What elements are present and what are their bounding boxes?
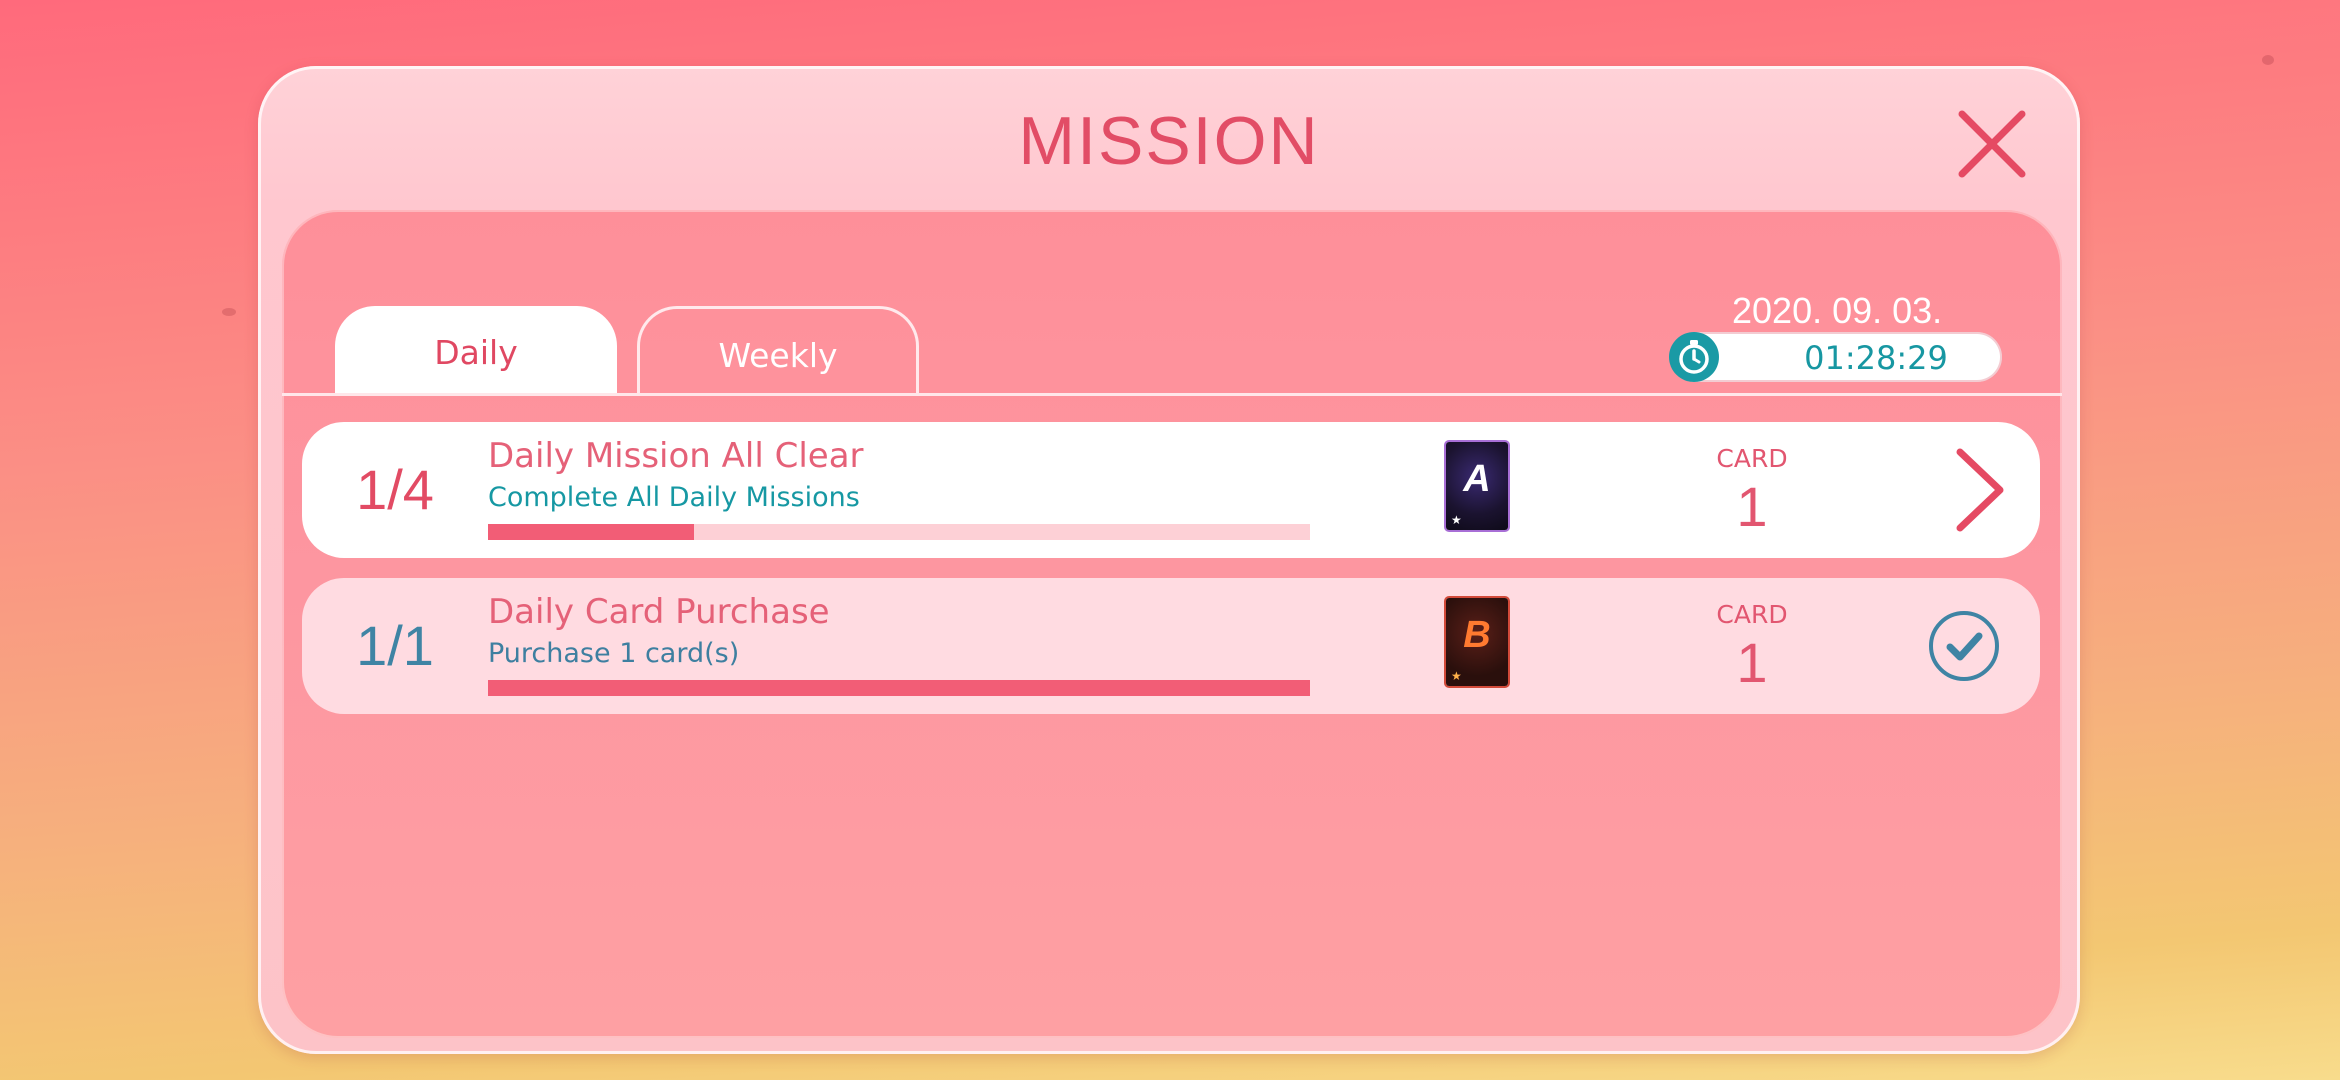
- timer-text: 01:28:29: [1804, 339, 1948, 377]
- mission-row[interactable]: 1/1 Daily Card Purchase Purchase 1 card(…: [302, 578, 2040, 714]
- stopwatch-icon: [1669, 332, 1719, 382]
- reward-label: CARD: [1716, 600, 1788, 629]
- dialog-title: MISSION: [1018, 103, 1320, 179]
- mission-progress-count: 1/1: [356, 614, 434, 677]
- mission-row[interactable]: 1/4 Daily Mission All Clear Complete All…: [302, 422, 2040, 558]
- tab-daily[interactable]: Daily: [335, 306, 617, 394]
- mission-progress-fill: [488, 524, 694, 540]
- mission-title: Daily Mission All Clear: [488, 436, 864, 476]
- reward-quantity: 1: [1736, 475, 1768, 538]
- mission-progress-fill: [488, 680, 1310, 696]
- reward-label: CARD: [1716, 444, 1788, 473]
- mission-description: Purchase 1 card(s): [488, 638, 740, 669]
- reward-quantity: 1: [1736, 631, 1768, 694]
- go-to-mission-button[interactable]: [1948, 446, 2008, 534]
- reward-card-image: A ★: [1446, 442, 1508, 530]
- background-speck: [2262, 55, 2274, 65]
- background-speck: [222, 308, 236, 316]
- mission-progress-count: 1/4: [356, 458, 434, 521]
- mission-panel: Daily Weekly 2020. 09. 03. 01:28:29 1/4 …: [282, 210, 2062, 1038]
- mission-progress-bar: [488, 524, 1310, 540]
- reward-card-image: B ★: [1446, 598, 1508, 686]
- reset-timer: 01:28:29: [1669, 332, 2002, 382]
- tab-divider: [282, 393, 2062, 396]
- card-rank-letter: B: [1463, 614, 1491, 656]
- card-rank-letter: A: [1463, 458, 1491, 500]
- mission-dialog: MISSION Daily Weekly 2020. 09. 03. 01:28…: [258, 66, 2080, 1054]
- mission-description: Complete All Daily Missions: [488, 482, 860, 513]
- check-circle-icon: [1929, 611, 1999, 681]
- tab-weekly[interactable]: Weekly: [637, 306, 919, 394]
- star-icon: ★: [1451, 669, 1462, 683]
- close-button[interactable]: [1952, 104, 2032, 184]
- close-icon: [1958, 110, 2026, 178]
- chevron-right-icon: [1956, 448, 2004, 532]
- reset-date: 2020. 09. 03.: [1732, 290, 1943, 331]
- mission-progress-bar: [488, 680, 1310, 696]
- star-icon: ★: [1451, 513, 1462, 527]
- mission-title: Daily Card Purchase: [488, 592, 830, 632]
